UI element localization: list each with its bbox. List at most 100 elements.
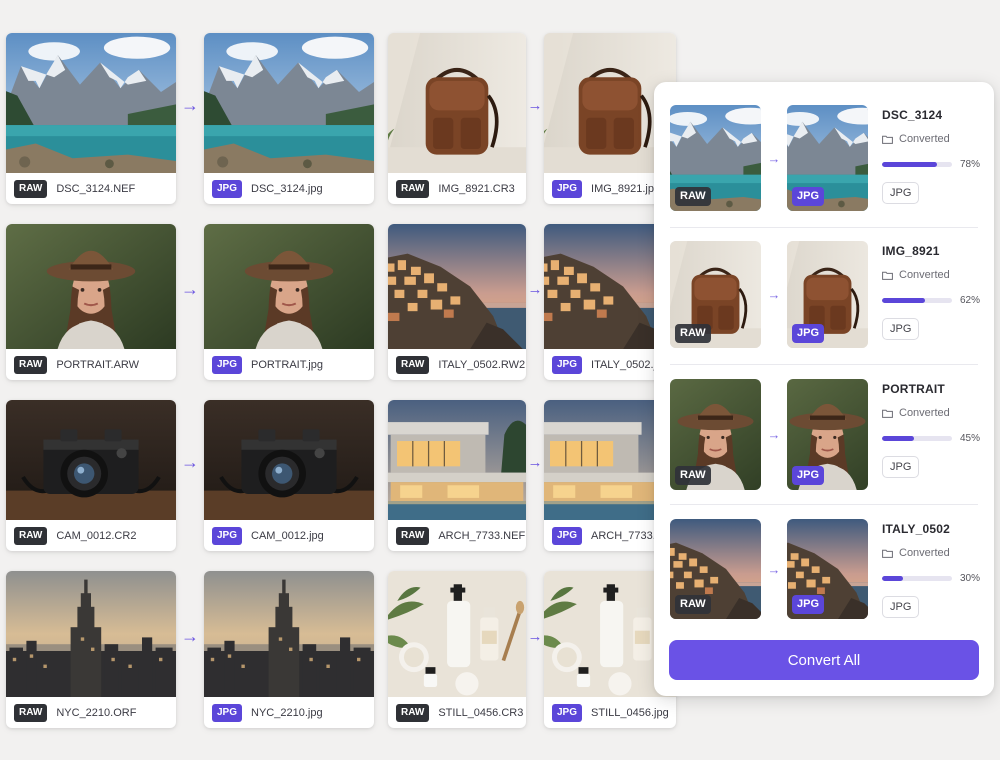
arrow-right-icon: → [181,278,199,299]
file-name: IMG_8921.jpg [591,182,661,195]
progress-bar [882,436,952,441]
image-thumbnail [204,400,374,520]
file-name: NYC_2210.jpg [251,706,323,719]
progress-label: 30% [960,573,981,584]
format-selector[interactable]: JPG [882,596,920,618]
raw-image-card[interactable]: RAW DSC_3124.NEF [6,33,176,204]
arrow-right-icon: → [181,626,199,646]
jpg-badge: JPG [552,703,583,722]
arrow-right-icon: → [767,287,781,302]
status-text: Converted [899,269,950,281]
raw-image-card[interactable]: RAW ITALY_0502.RW2 [388,224,526,380]
file-name: CAM_0012.jpg [251,529,324,542]
arrow-right-icon: → [767,561,781,577]
raw-image-card[interactable]: RAW CAM_0012.CR2 [6,400,176,551]
format-selector[interactable]: JPG [882,456,920,478]
jpg-preview: JPG [787,241,868,348]
raw-badge: RAW [396,526,430,545]
jpg-image-card[interactable]: JPG DSC_3124.jpg [204,33,374,204]
jpg-badge: JPG [212,355,243,374]
raw-badge: RAW [396,703,430,722]
folder-icon [882,409,893,418]
image-thumbnail [6,33,176,173]
image-thumbnail [388,224,526,349]
image-thumbnail [6,571,176,697]
jpg-badge: JPG [212,179,243,198]
arrow-right-icon: → [767,150,781,166]
raw-badge: RAW [14,703,48,722]
arrow-right-icon: → [527,628,543,645]
arrow-right-icon: → [181,452,199,472]
raw-badge: RAW [14,526,48,545]
file-name: PORTRAIT.jpg [251,358,323,371]
raw-preview: RAW [670,105,761,211]
image-thumbnail [388,33,526,173]
raw-badge: RAW [675,187,711,206]
jpg-badge: JPG [792,595,825,614]
raw-badge: RAW [396,355,430,374]
jpg-preview: JPG [787,379,868,490]
jpg-image-card[interactable]: JPG NYC_2210.jpg [204,571,374,728]
image-pairs-grid: RAW DSC_3124.NEF → JPG DSC_3124.jpg RAW IMG… [6,33,676,728]
jpg-image-card[interactable]: JPG CAM_0012.jpg [204,400,374,551]
folder-icon [882,549,893,558]
raw-badge: RAW [396,179,430,198]
progress-label: 62% [960,295,981,306]
conversion-item[interactable]: RAW → JPG IMG_8921 Converted 62% JPG [670,228,981,365]
jpg-badge: JPG [792,324,825,343]
raw-badge: RAW [14,179,48,198]
conversion-panel: RAW → JPG DSC_3124 Converted 78% JPG RAW… [654,82,994,696]
file-name: DSC_3124.jpg [251,182,323,195]
progress-bar [882,576,952,581]
conversion-item[interactable]: RAW → JPG DSC_3124 Converted 78% JPG [670,82,981,228]
convert-all-button[interactable]: Convert All [669,640,979,680]
progress-label: 78% [960,159,981,170]
file-name: ITALY_0502.RW2 [438,358,526,371]
raw-image-card[interactable]: RAW PORTRAIT.ARW [6,224,176,380]
status-text: Converted [899,547,950,559]
file-name: STILL_0456.CR3 [438,706,524,719]
conversion-item[interactable]: RAW → JPG PORTRAIT Converted 45% JPG [670,365,981,505]
jpg-badge: JPG [212,526,243,545]
image-thumbnail [388,400,526,520]
jpg-preview: JPG [787,519,868,619]
file-name: ARCH_7733.NEF [438,529,526,542]
item-name: DSC_3124 [882,108,943,122]
raw-badge: RAW [675,466,711,485]
progress-label: 45% [960,433,981,444]
raw-image-card[interactable]: RAW ARCH_7733.NEF [388,400,526,551]
item-name: IMG_8921 [882,244,940,258]
item-name: ITALY_0502 [882,522,951,536]
raw-image-card[interactable]: RAW IMG_8921.CR3 [388,33,526,204]
raw-preview: RAW [670,519,761,619]
image-thumbnail [6,224,176,349]
raw-image-card[interactable]: RAW STILL_0456.CR3 [388,571,526,728]
jpg-badge: JPG [792,187,825,206]
folder-icon [882,135,893,144]
status-text: Converted [899,133,950,145]
raw-image-card[interactable]: RAW NYC_2210.ORF [6,571,176,728]
file-name: PORTRAIT.ARW [56,358,140,371]
format-selector[interactable]: JPG [882,318,920,340]
file-name: STILL_0456.jpg [591,706,669,719]
arrow-right-icon: → [181,95,199,115]
raw-badge: RAW [14,355,48,374]
image-thumbnail [204,33,374,173]
format-selector[interactable]: JPG [882,182,920,204]
jpg-badge: JPG [212,703,243,722]
progress-bar [882,162,952,167]
conversion-item[interactable]: RAW → JPG ITALY_0502 Converted 30% JPG [670,505,981,631]
folder-icon [882,271,893,280]
jpg-badge: JPG [552,526,583,545]
file-name: DSC_3124.NEF [56,182,136,195]
arrow-right-icon: → [767,427,781,442]
file-name: NYC_2210.ORF [56,706,137,719]
image-thumbnail [6,400,176,520]
jpg-badge: JPG [552,179,583,198]
arrow-right-icon: → [527,454,543,471]
jpg-preview: JPG [787,105,868,211]
jpg-image-card[interactable]: JPG PORTRAIT.jpg [204,224,374,380]
progress-bar [882,298,952,303]
image-thumbnail [204,571,374,697]
jpg-badge: JPG [552,355,583,374]
